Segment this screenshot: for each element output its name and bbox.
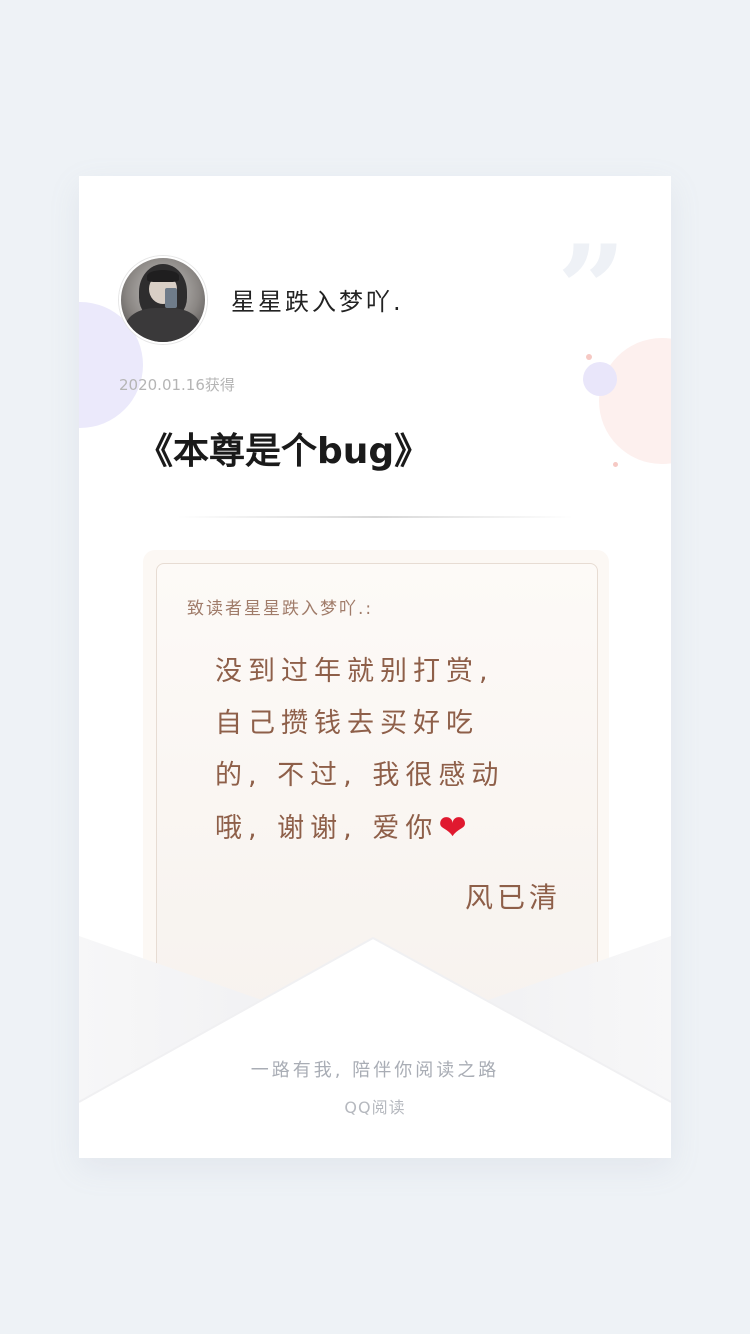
- footer-tagline: 一路有我, 陪伴你阅读之路: [250, 1060, 500, 1081]
- letter-salutation: 致读者星星跌入梦吖.:: [187, 599, 374, 619]
- letter-line: 哦, 谢谢, 爱你: [215, 813, 439, 844]
- divider: [177, 516, 573, 518]
- letter-signature: 风已清: [465, 881, 562, 914]
- gift-card: ” 星星跌入梦吖. 2020.01.16获得 《本尊是个bug》 致读者星星跌入…: [79, 176, 671, 1158]
- award-date: 2020.01.16获得: [119, 376, 235, 394]
- book-title[interactable]: 《本尊是个bug》: [137, 422, 430, 474]
- letter-line: 没到过年就别打赏,: [215, 656, 494, 687]
- brand-name: QQ阅读: [344, 1098, 406, 1117]
- avatar[interactable]: [119, 256, 207, 344]
- heart-icon: ❤: [438, 808, 467, 848]
- username[interactable]: 星星跌入梦吖.: [231, 282, 404, 317]
- letter-line: 的, 不过, 我很感动: [215, 760, 505, 791]
- decorative-dot: [613, 462, 618, 467]
- quote-icon: ”: [557, 219, 627, 360]
- avatar-body: [125, 308, 201, 342]
- letter-line-last: 哦, 谢谢, 爱你❤: [215, 802, 545, 855]
- avatar-hair: [147, 270, 179, 282]
- avatar-phone: [165, 288, 177, 308]
- letter-message: 没到过年就别打赏, 自己攒钱去买好吃 的, 不过, 我很感动 哦, 谢谢, 爱你…: [215, 646, 545, 855]
- letter-line: 自己攒钱去买好吃: [215, 708, 479, 739]
- decorative-circle: [583, 362, 617, 396]
- envelope-flap: [79, 936, 671, 1158]
